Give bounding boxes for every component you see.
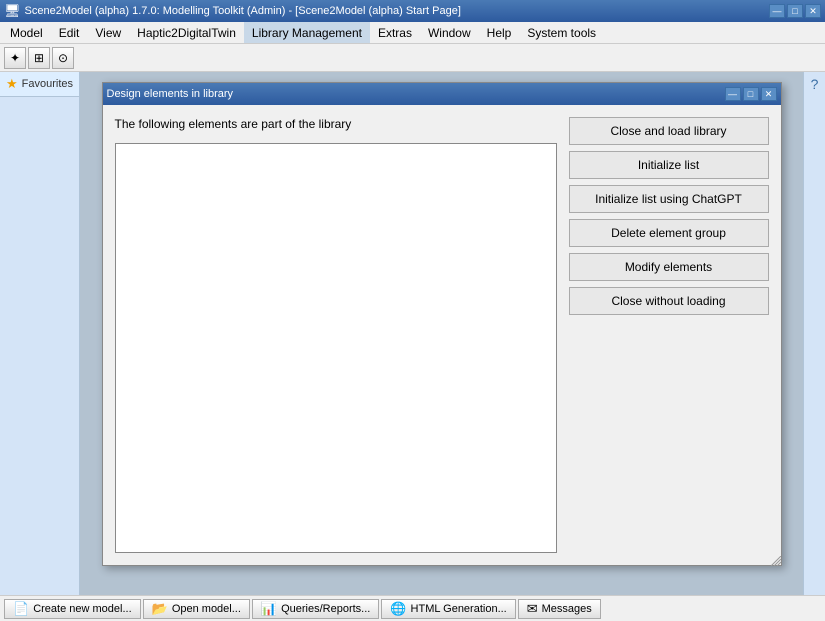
toolbar-btn-3[interactable]: ⊙ bbox=[52, 47, 74, 69]
maximize-btn[interactable]: □ bbox=[787, 4, 803, 18]
close-load-button[interactable]: Close and load library bbox=[569, 117, 769, 145]
favourites-label: Favourites bbox=[22, 78, 73, 90]
messages-icon: ✉ bbox=[527, 601, 538, 617]
dialog-overlay: Design elements in library — □ ✕ The fol… bbox=[80, 72, 803, 595]
create-model-label: Create new model... bbox=[33, 603, 131, 615]
design-elements-dialog: Design elements in library — □ ✕ The fol… bbox=[102, 82, 782, 566]
taskbar-messages[interactable]: ✉ Messages bbox=[518, 599, 601, 619]
toolbar-btn-2[interactable]: ⊞ bbox=[28, 47, 50, 69]
elements-listbox[interactable] bbox=[115, 143, 557, 553]
html-gen-label: HTML Generation... bbox=[411, 603, 507, 615]
menu-system-tools[interactable]: System tools bbox=[519, 22, 604, 43]
dialog-body: The following elements are part of the l… bbox=[103, 105, 781, 565]
menu-haptic[interactable]: Haptic2DigitalTwin bbox=[129, 22, 244, 43]
menu-view[interactable]: View bbox=[87, 22, 129, 43]
toolbar: ✦ ⊞ ⊙ bbox=[0, 44, 825, 72]
dialog-minimize-btn[interactable]: — bbox=[725, 87, 741, 101]
modify-elements-button[interactable]: Modify elements bbox=[569, 253, 769, 281]
open-model-icon: 📂 bbox=[152, 601, 168, 617]
queries-icon: 📊 bbox=[261, 601, 277, 617]
window-title: Scene2Model (alpha) 1.7.0: Modelling Too… bbox=[25, 5, 461, 17]
messages-label: Messages bbox=[542, 603, 592, 615]
initialize-list-button[interactable]: Initialize list bbox=[569, 151, 769, 179]
delete-group-button[interactable]: Delete element group bbox=[569, 219, 769, 247]
menu-help[interactable]: Help bbox=[479, 22, 520, 43]
create-model-icon: 📄 bbox=[13, 601, 29, 617]
taskbar-queries[interactable]: 📊 Queries/Reports... bbox=[252, 599, 379, 619]
dialog-left-panel: The following elements are part of the l… bbox=[115, 117, 557, 553]
dialog-title: Design elements in library bbox=[107, 88, 234, 100]
open-model-label: Open model... bbox=[172, 603, 241, 615]
queries-label: Queries/Reports... bbox=[281, 603, 370, 615]
html-gen-icon: 🌐 bbox=[390, 601, 406, 617]
help-icon[interactable]: ? bbox=[811, 76, 819, 92]
menu-extras[interactable]: Extras bbox=[370, 22, 420, 43]
taskbar-create-model[interactable]: 📄 Create new model... bbox=[4, 599, 141, 619]
app-icon: 🖥 bbox=[4, 3, 21, 19]
taskbar-html-gen[interactable]: 🌐 HTML Generation... bbox=[381, 599, 515, 619]
dialog-titlebar: Design elements in library — □ ✕ bbox=[103, 83, 781, 105]
toolbar-btn-1[interactable]: ✦ bbox=[4, 47, 26, 69]
close-btn[interactable]: ✕ bbox=[805, 4, 821, 18]
sidebar-favourites[interactable]: ★ Favourites bbox=[0, 72, 79, 97]
dialog-maximize-btn[interactable]: □ bbox=[743, 87, 759, 101]
star-icon: ★ bbox=[6, 76, 18, 92]
canvas-area: Design elements in library — □ ✕ The fol… bbox=[80, 72, 803, 595]
dialog-close-btn[interactable]: ✕ bbox=[761, 87, 777, 101]
taskbar: 📄 Create new model... 📂 Open model... 📊 … bbox=[0, 595, 825, 621]
menu-edit[interactable]: Edit bbox=[51, 22, 88, 43]
main-area: ★ Favourites Design elements in library … bbox=[0, 72, 825, 595]
dialog-resize-handle[interactable] bbox=[771, 555, 781, 565]
menu-bar: Model Edit View Haptic2DigitalTwin Libra… bbox=[0, 22, 825, 44]
menu-library[interactable]: Library Management bbox=[244, 22, 370, 43]
dialog-description-label: The following elements are part of the l… bbox=[115, 117, 557, 131]
title-bar: 🖥 Scene2Model (alpha) 1.7.0: Modelling T… bbox=[0, 0, 825, 22]
dialog-right-panel: Close and load library Initialize list I… bbox=[569, 117, 769, 553]
minimize-btn[interactable]: — bbox=[769, 4, 785, 18]
menu-window[interactable]: Window bbox=[420, 22, 479, 43]
close-no-load-button[interactable]: Close without loading bbox=[569, 287, 769, 315]
taskbar-open-model[interactable]: 📂 Open model... bbox=[143, 599, 250, 619]
right-sidebar: ? bbox=[803, 72, 825, 595]
left-sidebar: ★ Favourites bbox=[0, 72, 80, 595]
menu-model[interactable]: Model bbox=[2, 22, 51, 43]
initialize-chatgpt-button[interactable]: Initialize list using ChatGPT bbox=[569, 185, 769, 213]
